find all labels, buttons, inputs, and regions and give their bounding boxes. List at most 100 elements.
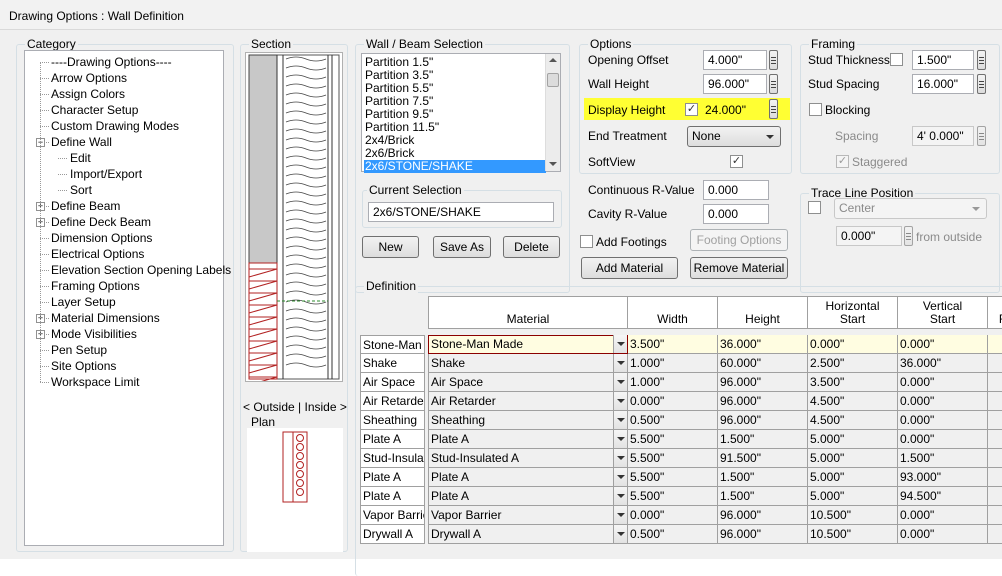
material-dropdown[interactable]: Plate A xyxy=(428,468,628,487)
cell-extra[interactable] xyxy=(988,468,1002,487)
cell-vstart[interactable]: 0.000" xyxy=(898,373,988,392)
cell-hstart[interactable]: 4.500" xyxy=(808,411,898,430)
cell-height[interactable]: 1.500" xyxy=(718,487,808,506)
spacing-input[interactable]: 4' 0.000" xyxy=(912,126,974,146)
stud-thickness-input[interactable]: 1.500" xyxy=(912,50,974,70)
staggered-checkbox[interactable]: ✓ xyxy=(836,155,849,168)
trace-offset-input[interactable]: 0.000" xyxy=(836,226,902,246)
category-item[interactable]: Material Dimensions xyxy=(51,310,160,326)
wall-height-spinner[interactable] xyxy=(769,74,778,94)
material-dropdown[interactable]: Vapor Barrier xyxy=(428,506,628,525)
wall-height-input[interactable]: 96.000" xyxy=(703,74,767,94)
category-item[interactable]: Import/Export xyxy=(70,166,142,182)
category-item[interactable]: Assign Colors xyxy=(51,86,125,102)
display-height-input[interactable]: 24.000" xyxy=(705,103,746,117)
softview-checkbox[interactable]: ✓ xyxy=(730,155,743,168)
chevron-down-icon[interactable] xyxy=(613,392,627,410)
cell-hstart[interactable]: 5.000" xyxy=(808,468,898,487)
cell-hstart[interactable]: 10.500" xyxy=(808,525,898,544)
cell-width[interactable]: 3.500" xyxy=(628,335,718,354)
cell-extra[interactable] xyxy=(988,449,1002,468)
cell-extra[interactable] xyxy=(988,411,1002,430)
cell-width[interactable]: 1.000" xyxy=(628,354,718,373)
cell-width[interactable]: 1.000" xyxy=(628,373,718,392)
cell-hstart[interactable]: 2.500" xyxy=(808,354,898,373)
row-header[interactable]: Stone-Man xyxy=(360,335,425,354)
material-dropdown[interactable]: Air Retarder xyxy=(428,392,628,411)
row-header[interactable]: Shake xyxy=(360,354,425,373)
chevron-down-icon[interactable] xyxy=(613,354,627,372)
chevron-down-icon[interactable] xyxy=(613,335,627,353)
category-item[interactable]: Framing Options xyxy=(51,278,140,294)
row-header[interactable]: Plate A xyxy=(360,487,425,506)
cell-hstart[interactable]: 0.000" xyxy=(808,335,898,354)
category-item[interactable]: Pen Setup xyxy=(51,342,107,358)
chevron-down-icon[interactable] xyxy=(613,430,627,448)
display-height-checkbox[interactable]: ✓ xyxy=(685,103,698,116)
column-header[interactable]: F xyxy=(988,296,1002,329)
cell-vstart[interactable]: 36.000" xyxy=(898,354,988,373)
cell-height[interactable]: 96.000" xyxy=(718,506,808,525)
category-item[interactable]: Character Setup xyxy=(51,102,138,118)
cell-height[interactable]: 91.500" xyxy=(718,449,808,468)
chevron-down-icon[interactable] xyxy=(613,506,627,524)
cavity-rvalue-input[interactable]: 0.000 xyxy=(703,204,769,224)
cell-vstart[interactable]: 0.000" xyxy=(898,392,988,411)
category-item[interactable]: Edit xyxy=(70,150,91,166)
save-as-button[interactable]: Save As xyxy=(433,236,491,258)
cell-extra[interactable] xyxy=(988,354,1002,373)
trace-position-dropdown[interactable]: Center xyxy=(834,198,987,219)
category-item[interactable]: Site Options xyxy=(51,358,116,374)
chevron-down-icon[interactable] xyxy=(613,468,627,486)
material-dropdown[interactable]: Shake xyxy=(428,354,628,373)
add-material-button[interactable]: Add Material xyxy=(581,257,678,279)
row-header[interactable]: Air Retarder xyxy=(360,392,425,411)
display-height-spinner[interactable] xyxy=(769,99,778,119)
category-item[interactable]: Mode Visibilities xyxy=(51,326,137,342)
spacing-spinner[interactable] xyxy=(977,126,986,146)
chevron-down-icon[interactable] xyxy=(613,449,627,467)
cell-width[interactable]: 5.500" xyxy=(628,430,718,449)
row-header[interactable]: Sheathing xyxy=(360,411,425,430)
cell-height[interactable]: 96.000" xyxy=(718,411,808,430)
cell-vstart[interactable]: 0.000" xyxy=(898,335,988,354)
cell-hstart[interactable]: 3.500" xyxy=(808,373,898,392)
material-dropdown[interactable]: Air Space xyxy=(428,373,628,392)
definition-grid[interactable]: Material Width Height Horizontal Start Verti… xyxy=(360,296,1002,559)
cell-hstart[interactable]: 5.000" xyxy=(808,449,898,468)
current-selection-input[interactable]: 2x6/STONE/SHAKE xyxy=(368,202,554,222)
chevron-down-icon[interactable] xyxy=(613,373,627,391)
chevron-down-icon[interactable] xyxy=(613,487,627,505)
material-dropdown[interactable]: Drywall A xyxy=(428,525,628,544)
wall-list-scrollbar[interactable] xyxy=(545,54,560,171)
cell-width[interactable]: 0.000" xyxy=(628,392,718,411)
category-item[interactable]: Define Wall xyxy=(51,134,112,150)
cell-width[interactable]: 5.500" xyxy=(628,487,718,506)
column-header[interactable]: Material xyxy=(428,296,628,329)
row-header[interactable]: Plate A xyxy=(360,430,425,449)
category-item[interactable]: Electrical Options xyxy=(51,246,144,262)
wall-list[interactable]: Partition 1.5" Partition 3.5" Partition 5.… xyxy=(361,53,561,173)
column-header[interactable]: Height xyxy=(718,296,808,329)
row-header[interactable]: Air Space xyxy=(360,373,425,392)
cell-extra[interactable] xyxy=(988,430,1002,449)
category-item[interactable]: Define Beam xyxy=(51,198,120,214)
cell-hstart[interactable]: 10.500" xyxy=(808,506,898,525)
new-button[interactable]: New xyxy=(362,236,419,258)
continuous-rvalue-input[interactable]: 0.000 xyxy=(703,180,769,200)
cell-extra[interactable] xyxy=(988,525,1002,544)
delete-button[interactable]: Delete xyxy=(503,236,560,258)
remove-material-button[interactable]: Remove Material xyxy=(690,257,788,279)
opening-offset-input[interactable]: 4.000" xyxy=(703,50,767,70)
category-item[interactable]: Define Deck Beam xyxy=(51,214,151,230)
category-item[interactable]: Dimension Options xyxy=(51,230,152,246)
cell-extra[interactable] xyxy=(988,392,1002,411)
column-header[interactable]: Horizontal Start xyxy=(808,296,898,329)
end-treatment-dropdown[interactable]: None xyxy=(687,126,781,147)
cell-height[interactable]: 60.000" xyxy=(718,354,808,373)
scroll-down-icon[interactable] xyxy=(549,162,557,166)
trace-line-checkbox[interactable] xyxy=(808,201,821,214)
cell-vstart[interactable]: 94.500" xyxy=(898,487,988,506)
cell-width[interactable]: 0.500" xyxy=(628,411,718,430)
cell-extra[interactable] xyxy=(988,506,1002,525)
